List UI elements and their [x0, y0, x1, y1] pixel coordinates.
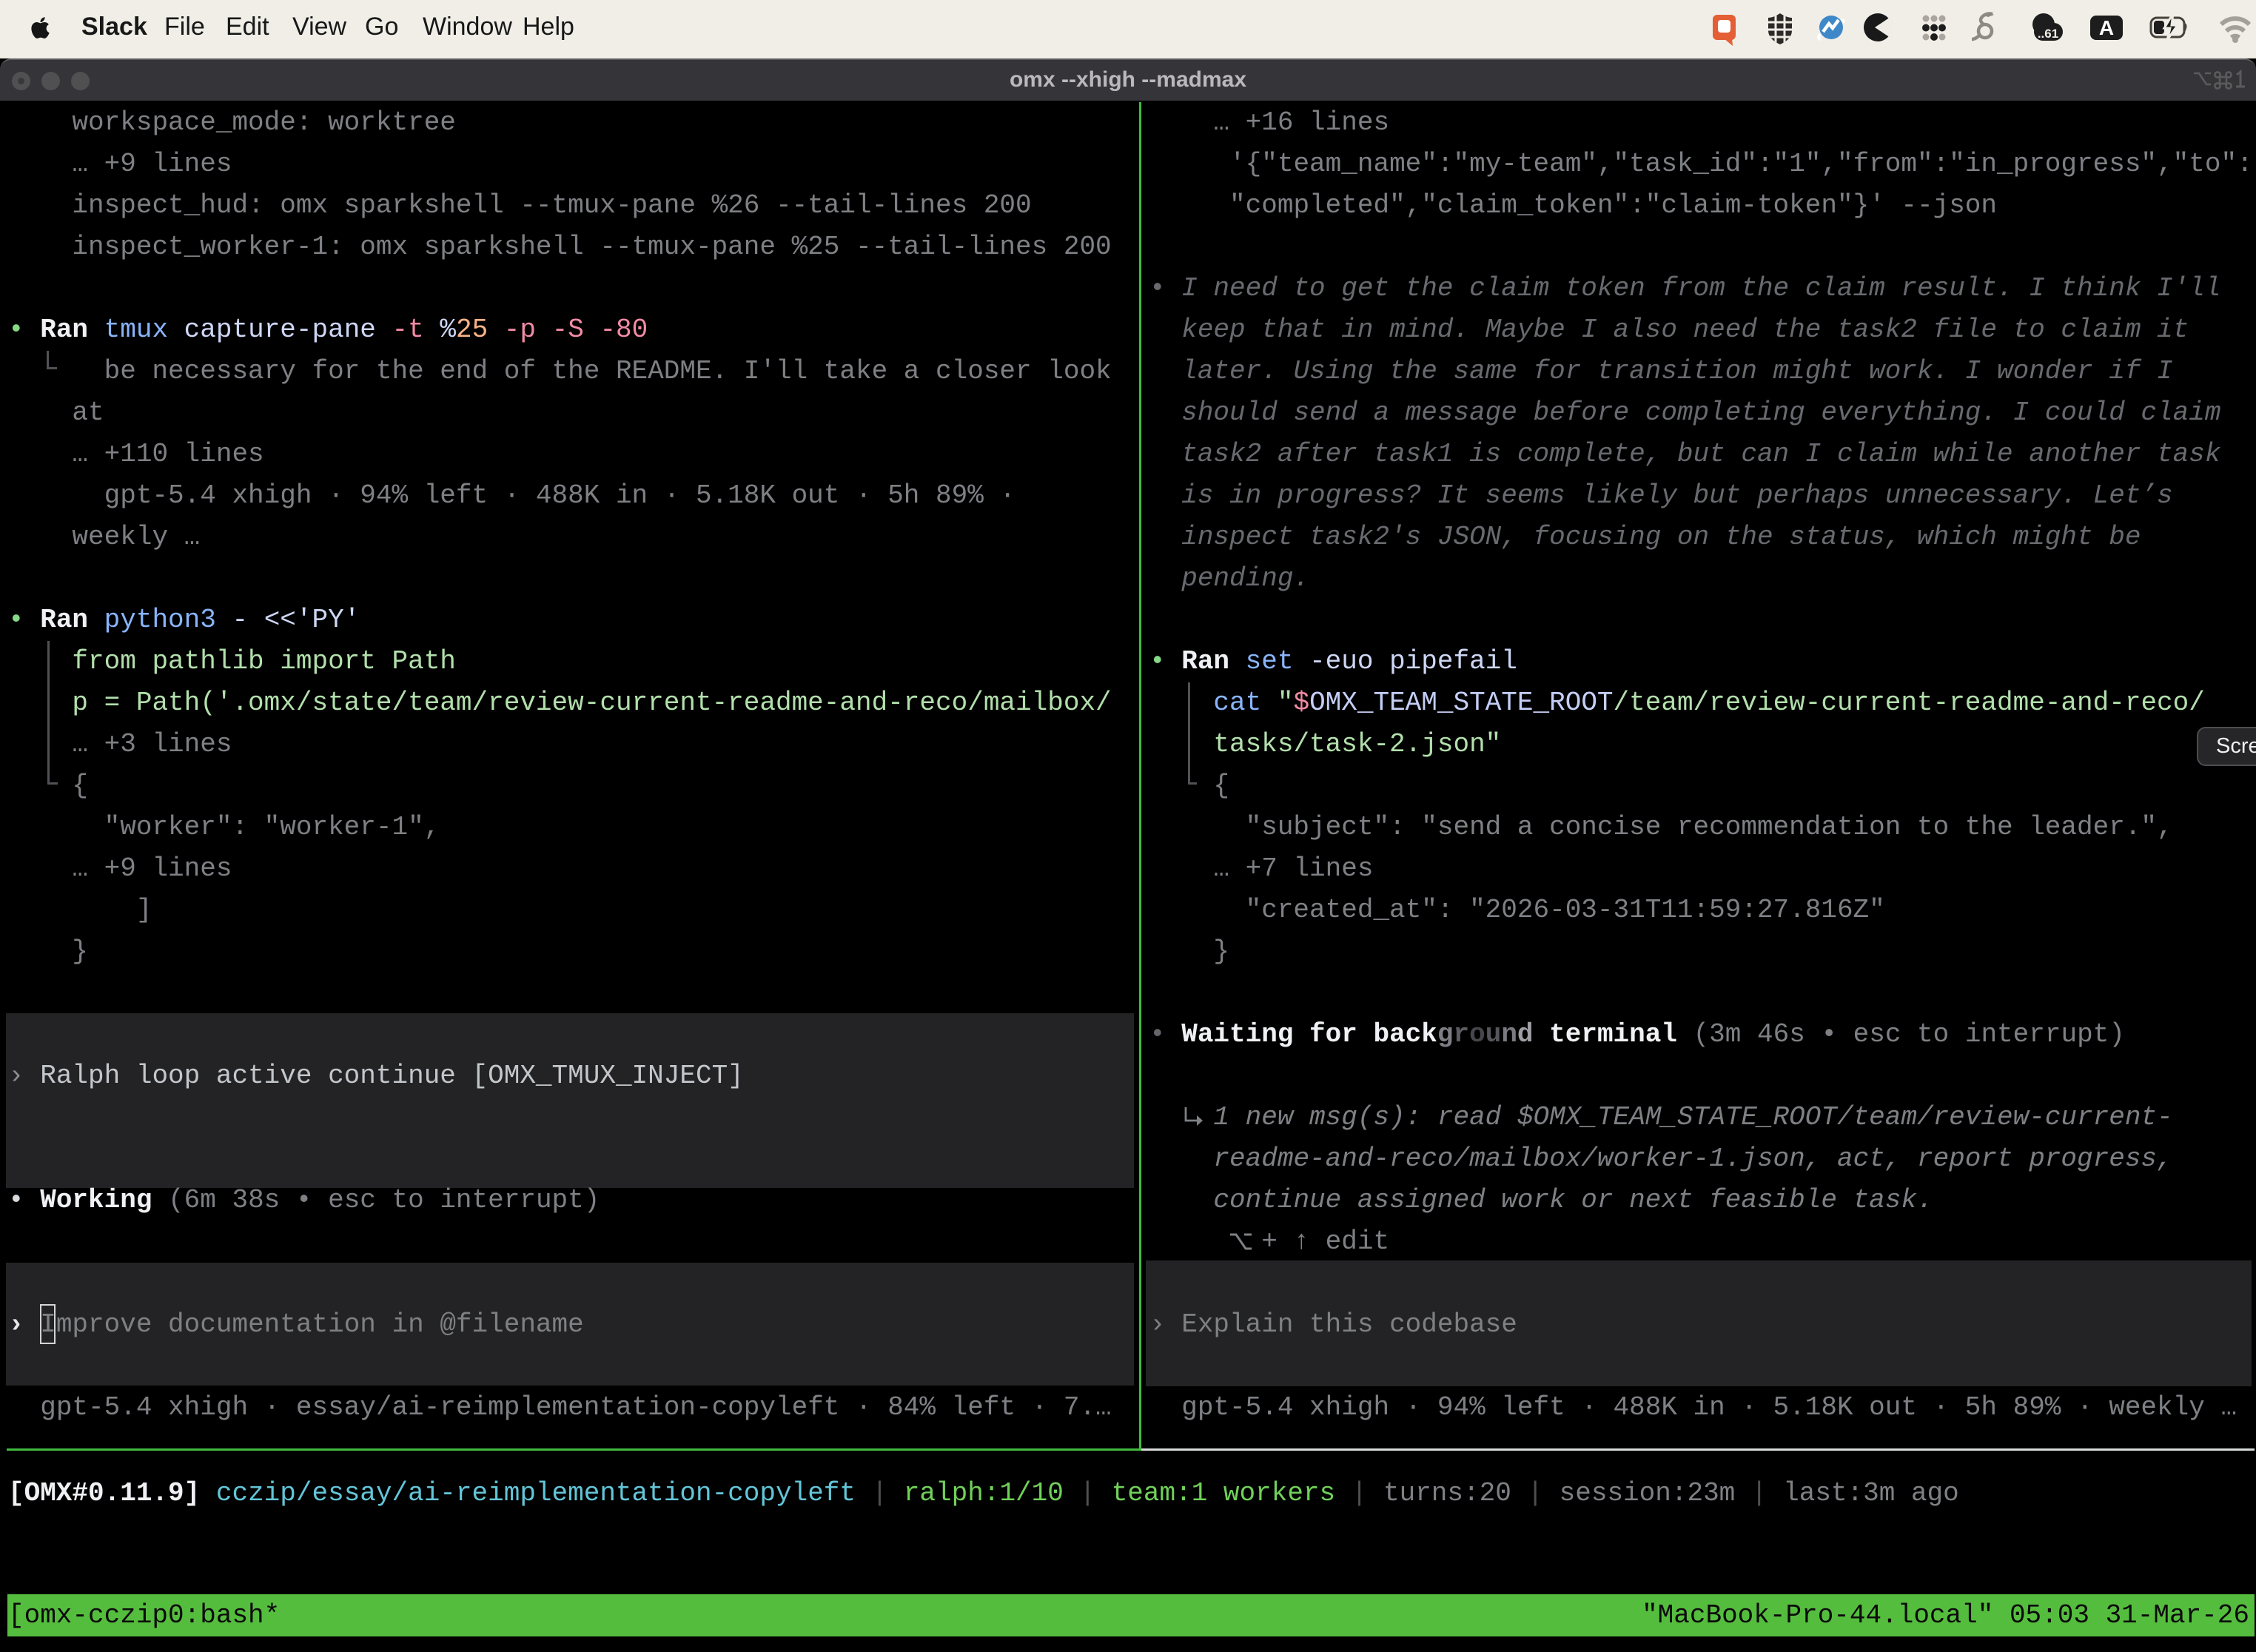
svg-text:A: A	[2099, 16, 2114, 39]
svg-text:..61: ..61	[2038, 27, 2058, 41]
